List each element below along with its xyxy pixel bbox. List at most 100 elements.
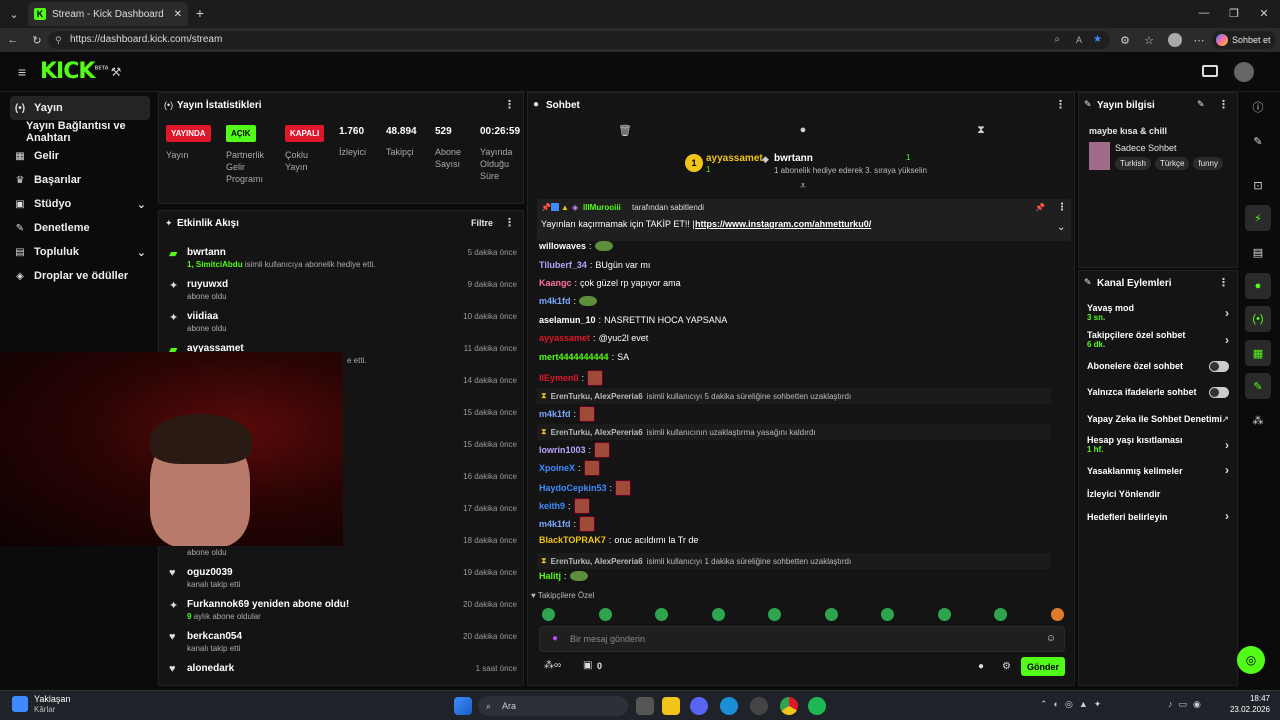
maximize-icon[interactable]: ❐ bbox=[1226, 5, 1242, 21]
expand-icon[interactable]: ⌄ bbox=[1057, 222, 1065, 233]
sidebar-item-studyo[interactable]: ▣ Stüdyo ⌄ bbox=[10, 192, 150, 216]
back-icon[interactable]: ← bbox=[6, 32, 20, 48]
video-icon[interactable] bbox=[1202, 65, 1218, 77]
edge-icon[interactable] bbox=[720, 697, 738, 715]
chat-input[interactable]: ● Bir mesaj gönderin ☺ bbox=[539, 626, 1065, 652]
external-link-icon[interactable]: ↗ bbox=[1221, 414, 1229, 425]
site-info-icon[interactable]: ⚲ bbox=[55, 31, 62, 49]
chrome-icon[interactable] bbox=[780, 697, 798, 715]
activity-user[interactable]: alonedark bbox=[187, 663, 234, 674]
trash-icon[interactable]: 🗑 bbox=[618, 123, 632, 137]
favorite-star-icon[interactable]: ★ bbox=[1093, 31, 1102, 49]
channel-points-icon[interactable]: ⁂∞ bbox=[544, 660, 561, 671]
activity-user[interactable]: viidiaa bbox=[187, 311, 218, 322]
edit-pencil-icon[interactable]: ✎ bbox=[1197, 99, 1205, 110]
screenshot-icon[interactable]: ⊡ bbox=[1245, 172, 1271, 198]
action-goals[interactable]: Hedefleri belirleyin bbox=[1087, 512, 1231, 522]
chat-username[interactable]: ayyassamet bbox=[539, 333, 590, 343]
pinned-more-icon[interactable]: ⋮ bbox=[1057, 202, 1067, 213]
hammer-icon[interactable]: ⚒ bbox=[108, 64, 124, 80]
more-menu-icon[interactable]: ⋯ bbox=[1192, 32, 1206, 48]
copilot-chat-button[interactable]: Sohbet et bbox=[1212, 31, 1276, 49]
gift-recipient[interactable]: SimitciAbdu bbox=[196, 260, 243, 269]
sidebar-item-denetleme[interactable]: ✎ Denetleme bbox=[10, 216, 150, 240]
windows-start-icon[interactable] bbox=[454, 697, 472, 715]
chat-username[interactable]: mert4444444444 bbox=[539, 352, 609, 362]
taskbar-search[interactable]: ⌕ Ara bbox=[478, 696, 628, 716]
chat-username[interactable]: willowaves bbox=[539, 241, 586, 251]
emote-only-toggle[interactable] bbox=[1209, 387, 1229, 398]
quick-emote-icon[interactable] bbox=[824, 608, 838, 621]
app-icon[interactable] bbox=[750, 697, 768, 715]
chat-username[interactable]: HaydoCepkin53 bbox=[539, 483, 607, 493]
action-ai-moderation[interactable]: Yapay Zeka ile Sohbet Denetimi bbox=[1087, 414, 1231, 424]
hamburger-menu-icon[interactable]: ≡ bbox=[14, 64, 30, 80]
activity-user[interactable]: oguz0039 bbox=[187, 567, 233, 578]
chat-username[interactable]: Halitj bbox=[539, 571, 561, 581]
minimize-icon[interactable]: — bbox=[1196, 5, 1212, 21]
chat-username[interactable]: lowrin1003 bbox=[539, 445, 586, 455]
tab-list-icon[interactable]: ⌄ bbox=[6, 6, 22, 22]
new-tab-icon[interactable]: + bbox=[192, 5, 208, 21]
tag-chip[interactable]: funny bbox=[1193, 157, 1223, 170]
chevron-right-icon[interactable]: › bbox=[1225, 509, 1229, 523]
quick-emote-icon[interactable] bbox=[1050, 608, 1064, 621]
chat-username[interactable]: Kaangc bbox=[539, 278, 572, 288]
edit-icon[interactable]: ✎ bbox=[1245, 128, 1271, 154]
spotify-icon[interactable] bbox=[808, 697, 826, 715]
stream-category[interactable]: Sadece Sohbet bbox=[1115, 143, 1177, 153]
tag-chip[interactable]: Turkish bbox=[1115, 157, 1151, 170]
activity-user[interactable]: bwrtann bbox=[187, 247, 226, 258]
refresh-icon[interactable]: ↻ bbox=[30, 32, 44, 48]
clock-date[interactable]: 23.02.2026 bbox=[1226, 705, 1270, 714]
system-tray-icons[interactable]: ⌃◐◎▲✦ bbox=[1040, 699, 1107, 710]
collapse-icon[interactable]: ⩡ bbox=[796, 180, 810, 192]
activity-user[interactable]: Furkannok69 yeniden abone oldu! bbox=[187, 599, 349, 610]
sidebar-item-stream-key[interactable]: Yayın Bağlantısı ve Anahtarı bbox=[22, 120, 162, 144]
microphone-icon[interactable]: ● bbox=[552, 633, 558, 644]
gift-icon[interactable]: ▣ bbox=[583, 660, 592, 671]
chat-username[interactable]: llEymenll bbox=[539, 373, 579, 383]
chat-rail-icon[interactable]: ● bbox=[1245, 273, 1271, 299]
community-rail-icon[interactable]: ⁂ bbox=[1245, 407, 1271, 433]
unpin-icon[interactable]: 📌 bbox=[1035, 203, 1045, 212]
chat-icon[interactable]: ● bbox=[796, 123, 810, 137]
tray-status-icons[interactable]: ♪▭◉ bbox=[1168, 699, 1207, 710]
zoom-icon[interactable]: ⌕ bbox=[1054, 31, 1060, 49]
sidebar-item-topluluk[interactable]: ▤ Topluluk ⌄ bbox=[10, 240, 150, 264]
settings-gear-icon[interactable]: ⚙ bbox=[1002, 661, 1011, 672]
top-gifter-name[interactable]: ayyassamet bbox=[706, 153, 763, 164]
send-button[interactable]: Gönder bbox=[1021, 657, 1065, 676]
read-aloud-icon[interactable]: A bbox=[1076, 31, 1082, 49]
profile-avatar-icon[interactable] bbox=[1168, 33, 1182, 47]
more-options-icon[interactable]: ⋮ bbox=[1218, 276, 1229, 289]
chat-username[interactable]: m4k1fd bbox=[539, 409, 571, 419]
activity-user[interactable]: berkcan054 bbox=[187, 631, 242, 642]
user-avatar-icon[interactable] bbox=[1234, 62, 1254, 82]
close-window-icon[interactable]: ✕ bbox=[1256, 5, 1272, 21]
discord-icon[interactable] bbox=[690, 697, 708, 715]
action-followers-only[interactable]: Takipçilere özel sohbet 6 dk. bbox=[1087, 330, 1231, 349]
quick-emote-icon[interactable] bbox=[994, 608, 1007, 621]
quick-emote-icon[interactable] bbox=[937, 608, 951, 621]
kick-logo[interactable]: KICKBETA bbox=[40, 59, 109, 84]
chat-username[interactable]: m4k1fd bbox=[539, 519, 571, 529]
quick-emote-icon[interactable] bbox=[768, 608, 781, 621]
weather-icon[interactable] bbox=[12, 696, 28, 712]
more-options-icon[interactable]: ⋮ bbox=[504, 216, 515, 229]
pinned-link[interactable]: https://www.instagram.com/ahmetturku0/ bbox=[695, 219, 871, 229]
chat-username[interactable]: m4k1fd bbox=[539, 296, 571, 306]
category-thumbnail[interactable] bbox=[1089, 142, 1110, 170]
chat-username[interactable]: keith9 bbox=[539, 501, 565, 511]
action-slow-mode[interactable]: Yavaş mod 3 sn. bbox=[1087, 303, 1231, 322]
quick-emote-icon[interactable] bbox=[881, 608, 894, 621]
wrench-rail-icon[interactable]: ✎ bbox=[1245, 373, 1271, 399]
file-explorer-icon[interactable] bbox=[662, 697, 680, 715]
sidebar-item-droplar[interactable]: ◈ Droplar ve ödüller bbox=[10, 264, 150, 288]
favorites-icon[interactable]: ☆ bbox=[1142, 32, 1156, 48]
chevron-right-icon[interactable]: › bbox=[1225, 333, 1229, 347]
more-options-icon[interactable]: ⋮ bbox=[504, 98, 515, 111]
chevron-right-icon[interactable]: › bbox=[1225, 306, 1229, 320]
action-raid[interactable]: İzleyici Yönlendir bbox=[1087, 489, 1231, 499]
tag-chip[interactable]: Türkçe bbox=[1154, 157, 1190, 170]
